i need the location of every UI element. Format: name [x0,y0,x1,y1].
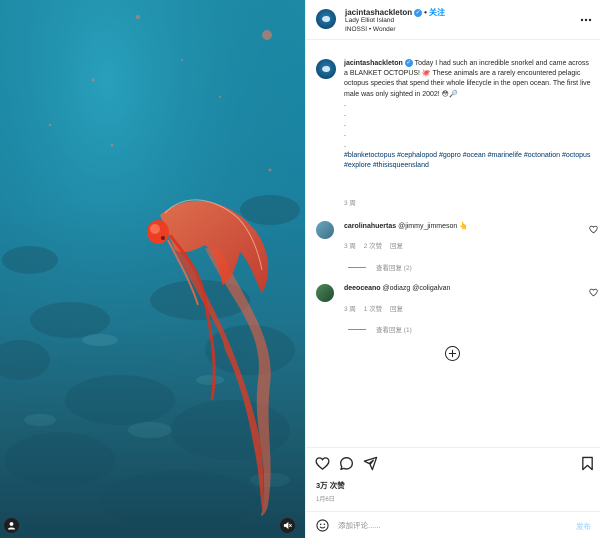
speaker-muted-icon [283,521,292,530]
likes-count[interactable]: 3万 次赞 [316,480,345,491]
hashtag-link[interactable]: #octopus [562,152,590,159]
follow-button[interactable]: 关注 [429,8,445,17]
comment-text: @odiazg @coligalvan [382,285,451,292]
bookmark-icon[interactable] [580,456,595,471]
post-date[interactable]: 1月6日 [316,494,335,503]
hashtag-link[interactable]: #thisisqueensland [373,162,429,169]
comment-text: @jimmy_jimmeson 👆 [398,223,468,230]
heart-icon[interactable] [315,456,330,471]
verified-icon: ✓ [404,59,413,68]
hashtag-link[interactable]: #marinelife [488,152,522,159]
mute-button[interactable] [280,518,295,533]
plus-icon [448,349,457,358]
post-comment-button[interactable]: 发布 [576,521,591,532]
post-viewer: jacintashackleton ✓ • 关注 Lady Elliot Island… [0,0,600,538]
caption-author-avatar[interactable] [316,59,336,79]
view-replies-label: 查看回复 (2) [376,265,412,272]
more-options-button[interactable] [580,14,592,25]
commenter-avatar[interactable] [316,221,334,239]
caption-timestamp[interactable]: 3 周 [344,197,356,207]
author-username[interactable]: jacintashackleton [345,8,412,17]
post-audio[interactable]: INOSSI • Wonder [345,26,396,33]
share-icon[interactable] [363,456,378,471]
emoji-icon[interactable] [316,519,329,532]
hashtag-link[interactable]: #octonation [524,152,560,159]
comment-username[interactable]: deeoceano [344,285,381,292]
post-header: jacintashackleton ✓ • 关注 Lady Elliot Island… [306,0,600,40]
separator-dot: • [424,8,427,17]
comment-meta: 3 周 2 次赞 回复 [344,240,409,250]
hashtag-link[interactable]: #blanketoctopus [344,152,395,159]
comment-likes[interactable]: 1 次赞 [364,306,382,313]
more-horizontal-icon [580,18,592,22]
comment-time[interactable]: 3 周 [344,306,356,313]
post-caption: jacintashackleton ✓ Today I had such an i… [344,59,592,171]
hashtag-link[interactable]: #explore [344,162,371,169]
caption-hashtags: #blanketoctopus #cephalopod #gopro #ocea… [344,151,592,171]
load-more-comments-button[interactable] [445,346,460,361]
caption-username[interactable]: jacintashackleton [344,60,403,67]
reply-button[interactable]: 回复 [390,243,403,250]
caption-spacer-dots: . . . . . [344,100,346,149]
hashtag-link[interactable]: #ocean [463,152,486,159]
comment-likes[interactable]: 2 次赞 [364,243,382,250]
comment-meta: 3 周 1 次赞 回复 [344,303,409,313]
post-side-panel: jacintashackleton ✓ • 关注 Lady Elliot Island… [305,0,600,538]
comment-time[interactable]: 3 周 [344,243,356,250]
commenter-avatar[interactable] [316,284,334,302]
add-comment-row: 发布 [306,511,600,538]
reply-button[interactable]: 回复 [390,306,403,313]
add-comment-input[interactable] [338,518,558,532]
comment-like-heart-icon[interactable] [589,225,598,234]
octopus-video-frame [0,0,305,538]
replies-divider [348,266,366,268]
hashtag-link[interactable]: #cephalopod [397,152,437,159]
post-video[interactable] [0,0,305,538]
comment-username[interactable]: carolinahuertas [344,223,396,230]
comment-icon[interactable] [339,456,354,471]
user-icon [7,522,16,530]
comment-like-heart-icon[interactable] [589,288,598,297]
hashtag-link[interactable]: #gopro [439,152,461,159]
post-location[interactable]: Lady Elliot Island [345,17,394,24]
verified-icon: ✓ [414,8,423,17]
replies-divider [348,328,366,330]
post-actions: 3万 次赞 1月6日 发布 [306,447,600,537]
comment-text-row: carolinahuertas @jimmy_jimmeson 👆 [344,222,584,230]
view-replies-button[interactable]: 查看回复 (1) [344,324,412,334]
view-replies-label: 查看回复 (1) [376,327,412,334]
view-replies-button[interactable]: 查看回复 (2) [344,262,412,272]
comment-text-row: deeoceano @odiazg @coligalvan [344,285,584,292]
tagged-users-button[interactable] [4,518,19,533]
author-avatar[interactable] [316,9,336,29]
